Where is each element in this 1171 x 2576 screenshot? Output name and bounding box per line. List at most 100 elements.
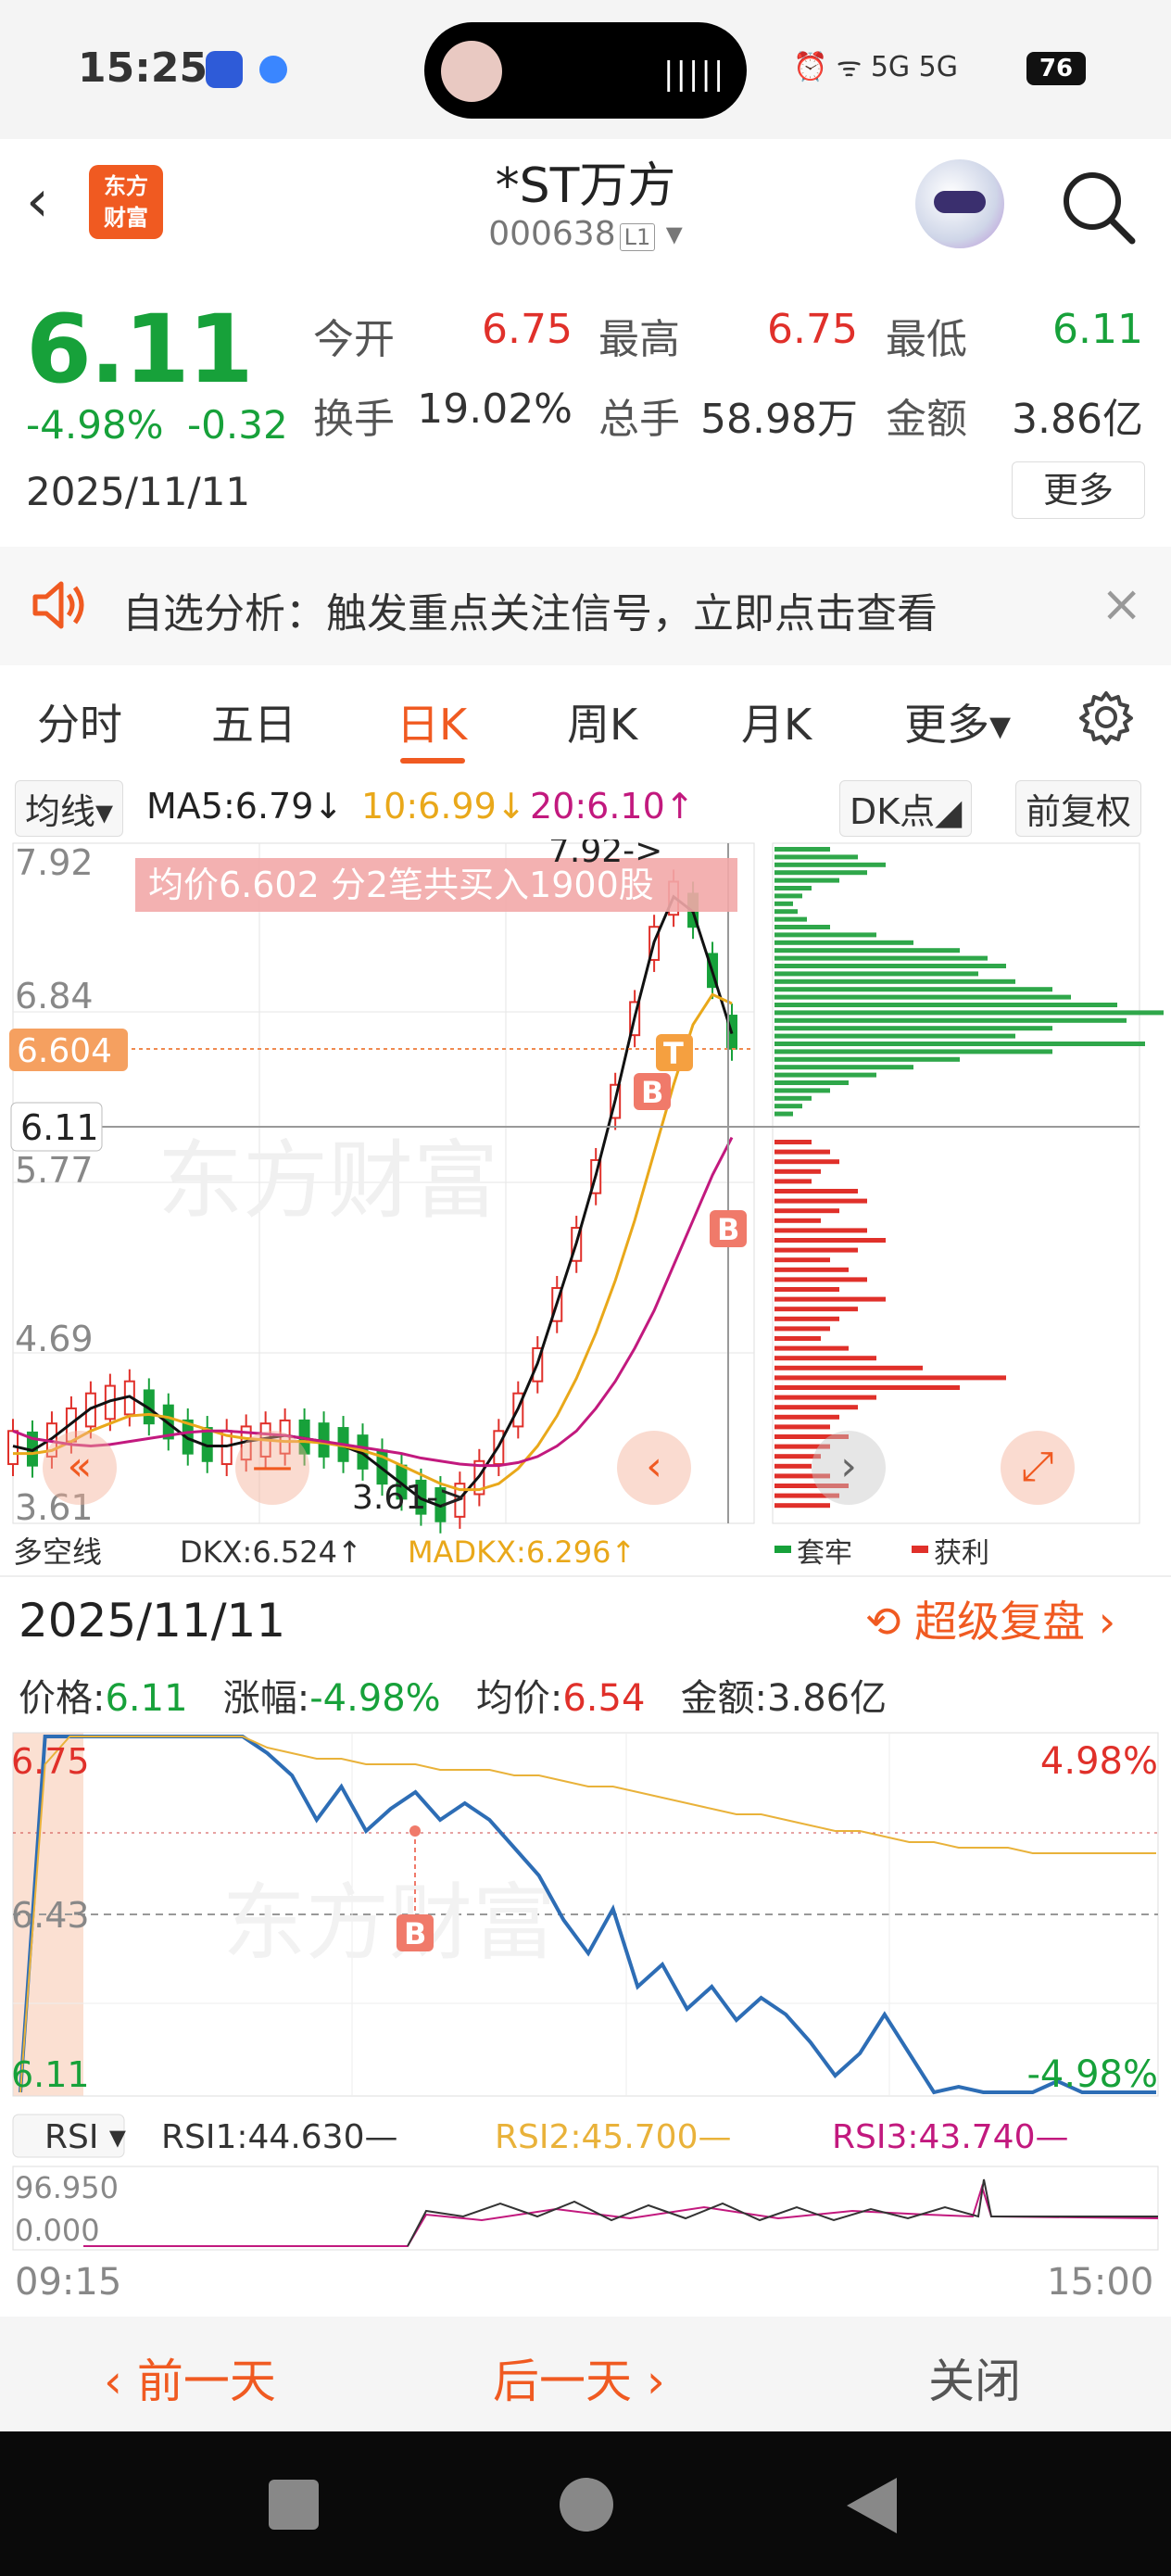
chip-bar — [774, 1189, 858, 1193]
chip-bar — [774, 1033, 1015, 1039]
chip-bar — [774, 955, 988, 961]
speaker-icon — [28, 575, 89, 639]
chip-bar — [774, 948, 960, 953]
chip-bar — [774, 1316, 839, 1321]
high-marker: 7.92-> — [548, 840, 662, 870]
recents-icon[interactable] — [269, 2480, 319, 2530]
chip-bar — [774, 1072, 876, 1078]
stock-code: 000638 — [488, 215, 616, 253]
review-date: 2025/11/11 — [19, 1594, 286, 1648]
amount-label: 金额: — [680, 1677, 768, 1720]
low-value: 6.11 — [1052, 306, 1143, 353]
open-label: 今开 — [313, 316, 395, 363]
expand-icon[interactable]: ⤢ — [1001, 1431, 1075, 1505]
gear-icon[interactable] — [1077, 688, 1136, 751]
ai-assistant-icon[interactable] — [915, 159, 1004, 248]
tab-monthly-k[interactable]: 月K — [741, 691, 812, 752]
low-label: 最低 — [886, 316, 967, 363]
y-axis-label: 6.84 — [15, 976, 94, 1017]
chip-bar — [774, 1218, 821, 1223]
chip-bar — [774, 1042, 1145, 1046]
tab-intraday[interactable]: 分时 — [37, 691, 122, 752]
chip-bar — [774, 1104, 802, 1109]
last-price-tag: 6.11 — [20, 1107, 99, 1148]
status-bar: 15:25 ||||| ⏰ ᯤ 5G 5G 76 — [0, 0, 1171, 139]
next-day-button[interactable]: 后一天 › — [493, 2344, 665, 2411]
robot-face — [934, 191, 986, 213]
intraday-pct-bottom: -4.98% — [1026, 2053, 1158, 2096]
chip-bar — [774, 1168, 821, 1174]
tab-more[interactable]: 更多▾ — [904, 691, 1011, 752]
dynamic-island[interactable]: ||||| — [424, 22, 747, 119]
close-button[interactable]: 关闭 — [928, 2344, 1021, 2411]
kline-chart[interactable]: 东方财富 7.92 6.84 5.77 4.69 3.61 6.604 6.11… — [0, 832, 1171, 1570]
chip-bar — [774, 1026, 1052, 1031]
legend-trapped: 套牢 — [797, 1537, 852, 1566]
ma20-value: 20:6.10↑ — [530, 786, 695, 827]
rsi3-value: RSI3:43.740— — [832, 2118, 1068, 2156]
zoom-out-icon[interactable]: — — [235, 1431, 309, 1505]
chip-bar — [774, 1149, 830, 1155]
system-nav-bar — [0, 2431, 1171, 2576]
chip-bar — [774, 1405, 858, 1410]
amount-label: 金额 — [886, 396, 967, 443]
chip-bar — [774, 1017, 1127, 1023]
volume-value: 58.98万 — [700, 396, 858, 443]
rsi-top: 96.950 — [15, 2170, 119, 2205]
intraday-chart[interactable]: 东方财富 6.75 6.43 6.11 4.98% -4.98% B RSI ▾… — [0, 1729, 1171, 2257]
chip-bar — [774, 1088, 830, 1093]
avg-label: 均价: — [475, 1677, 563, 1720]
review-panel: 2025/11/11 ⟲ 超级复盘 › 价格:6.11 涨幅:-4.98% 均价… — [0, 1575, 1171, 2317]
change-label: 涨幅: — [222, 1677, 310, 1720]
nav-right-icon[interactable]: › — [812, 1431, 886, 1505]
tab-five-day[interactable]: 五日 — [211, 691, 296, 752]
nav-left-icon[interactable]: ‹ — [617, 1431, 691, 1505]
chip-bar — [774, 916, 807, 922]
chip-bar — [774, 1010, 1164, 1016]
chip-bar — [774, 1198, 867, 1204]
chip-bar — [774, 1365, 923, 1370]
super-review-button[interactable]: ⟲ 超级复盘 › — [865, 1588, 1115, 1649]
home-icon[interactable] — [560, 2478, 613, 2532]
volume-label: 总手 — [598, 396, 680, 443]
high-label: 最高 — [598, 316, 680, 363]
chip-bar — [774, 901, 793, 906]
prev-day-button[interactable]: ‹ 前一天 — [104, 2344, 276, 2411]
nav-prev-icon[interactable]: « — [43, 1431, 117, 1505]
change-amount: -0.32 — [187, 402, 288, 448]
buy-marker: B — [641, 1075, 663, 1110]
notice-bar[interactable]: 自选分析：触发重点关注信号，立即点击查看 × — [0, 547, 1171, 665]
chip-bar — [774, 1326, 830, 1332]
rsi2-value: RSI2:45.700— — [495, 2118, 731, 2156]
more-button[interactable]: 更多 — [1012, 461, 1145, 519]
y-axis-label: 7.92 — [15, 842, 94, 883]
legend-dkx: DKX:6.524↑ — [180, 1534, 362, 1566]
chip-bar — [774, 1385, 960, 1390]
app-notification-icon — [206, 51, 243, 88]
status-time: 15:25 — [78, 44, 208, 92]
kline-watermark: 东方财富 — [157, 1131, 498, 1231]
chip-bar — [774, 994, 1071, 1000]
tab-weekly-k[interactable]: 周K — [567, 691, 637, 752]
level-badge: L1 — [619, 223, 656, 251]
back-nav-icon[interactable] — [847, 2478, 897, 2533]
chip-bar — [774, 964, 1006, 968]
review-footer: ‹ 前一天 后一天 › 关闭 — [0, 2317, 1171, 2431]
high-value: 6.75 — [767, 306, 858, 353]
period-tabs: 分时 五日 日K 周K 月K 更多▾ — [0, 665, 1171, 770]
adjust-selector[interactable]: 前复权 — [1015, 780, 1142, 837]
intraday-y-bottom: 6.11 — [11, 2054, 90, 2095]
tab-active-indicator — [400, 758, 465, 764]
chip-bar — [774, 1296, 886, 1302]
search-icon[interactable] — [1058, 167, 1138, 250]
tab-daily-k[interactable]: 日K — [397, 691, 467, 752]
chip-bar — [774, 1159, 839, 1165]
intraday-buy-marker: B — [404, 1916, 426, 1951]
chip-bar — [774, 862, 886, 867]
chip-bar — [774, 1208, 839, 1214]
chip-bar — [774, 1307, 858, 1312]
indicator-selector[interactable]: 均线▾ — [15, 780, 124, 837]
history-icon: ⟲ — [865, 1597, 901, 1647]
close-icon[interactable]: × — [1101, 575, 1142, 633]
dk-point-selector[interactable]: DK点◢ — [839, 780, 973, 837]
